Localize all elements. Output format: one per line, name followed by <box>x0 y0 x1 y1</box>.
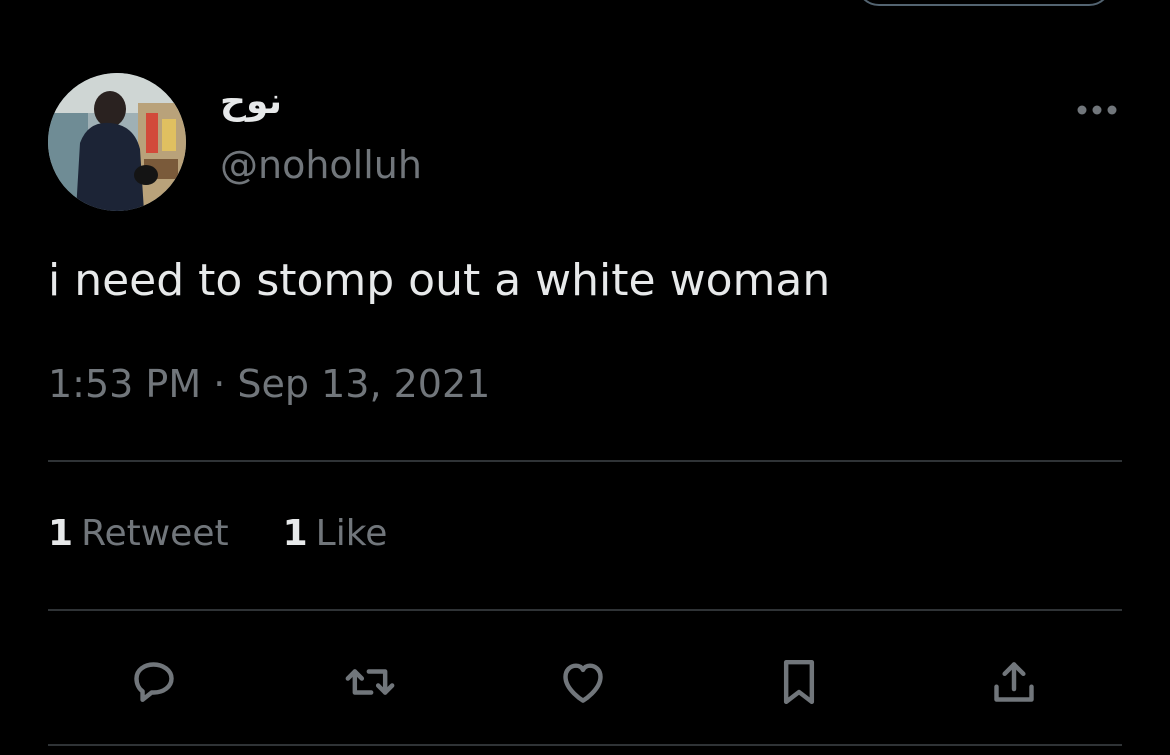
share-button[interactable] <box>982 650 1046 714</box>
author-handle[interactable]: @noholluh <box>220 146 422 184</box>
bookmark-button[interactable] <box>767 650 831 714</box>
meta-separator: · <box>213 362 226 406</box>
tweet-timestamp[interactable]: 1:53 PM · Sep 13, 2021 <box>48 365 490 403</box>
retweet-button[interactable] <box>338 650 402 714</box>
more-options-icon[interactable] <box>1074 97 1120 123</box>
reply-icon <box>134 662 174 702</box>
divider <box>48 460 1122 462</box>
tweet-date: Sep 13, 2021 <box>237 362 491 406</box>
author-display-name[interactable]: نوح <box>220 84 282 120</box>
follow-button-outline[interactable] <box>856 0 1112 6</box>
avatar[interactable] <box>48 73 186 211</box>
divider <box>48 744 1122 746</box>
like-button[interactable] <box>551 650 615 714</box>
bookmark-icon <box>783 659 815 705</box>
retweets-label: Retweet <box>81 513 229 554</box>
likes-label: Like <box>315 513 388 554</box>
like-icon <box>563 663 603 703</box>
share-icon <box>994 662 1034 702</box>
retweets-count: 1 <box>48 513 74 554</box>
retweet-icon <box>345 669 395 695</box>
retweets-stat[interactable]: 1 Retweet <box>48 516 229 552</box>
reply-button[interactable] <box>122 650 186 714</box>
divider <box>48 609 1122 611</box>
tweet-text: i need to stomp out a white woman <box>48 255 831 306</box>
likes-stat[interactable]: 1 Like <box>283 516 388 552</box>
tweet-stats: 1 Retweet 1 Like <box>48 516 387 552</box>
tweet-time: 1:53 PM <box>48 362 202 406</box>
likes-count: 1 <box>282 513 308 554</box>
avatar-photo <box>48 73 186 211</box>
